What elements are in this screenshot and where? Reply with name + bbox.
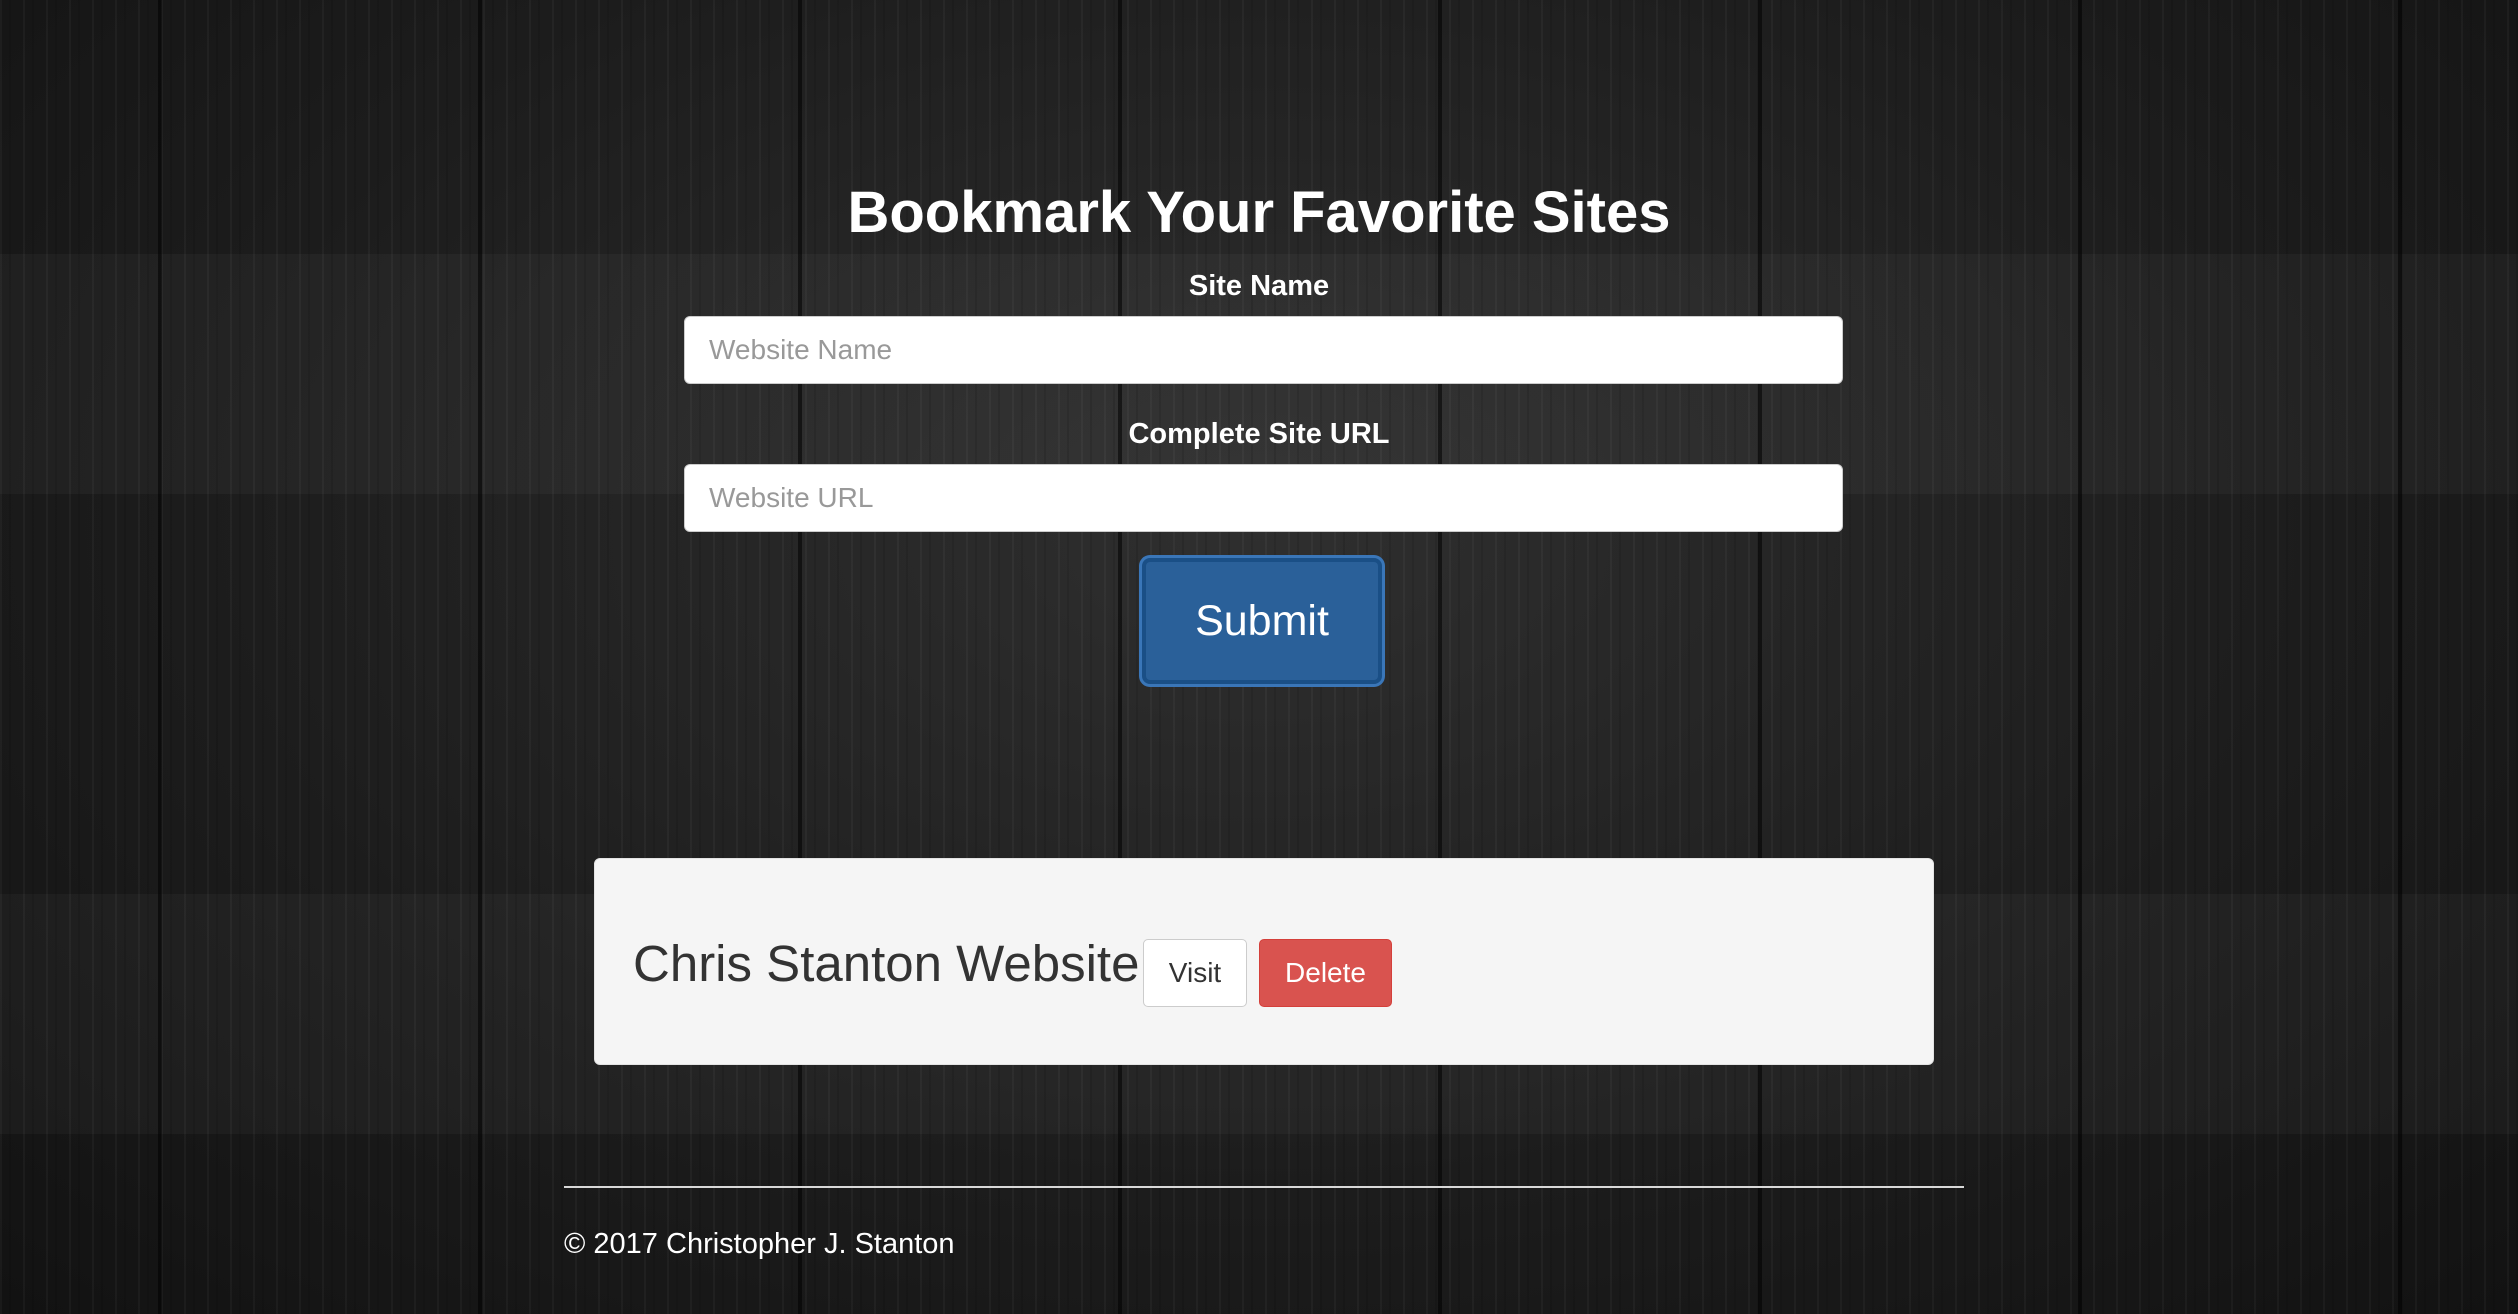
- bookmark-name: Chris Stanton Website: [633, 935, 1140, 992]
- bookmarks-results: Chris Stanton Website Visit Delete: [594, 858, 1934, 1065]
- site-url-input[interactable]: [684, 464, 1843, 532]
- submit-button[interactable]: Submit: [1142, 558, 1382, 684]
- site-url-label: Complete Site URL: [1128, 418, 1390, 450]
- site-name-input[interactable]: [684, 316, 1843, 384]
- delete-button[interactable]: Delete: [1259, 939, 1392, 1007]
- footer-divider: [564, 1186, 1964, 1188]
- site-name-label: Site Name: [1188, 270, 1330, 302]
- page-title: Bookmark Your Favorite Sites: [847, 180, 1671, 245]
- footer-copyright: © 2017 Christopher J. Stanton: [564, 1228, 955, 1260]
- visit-button[interactable]: Visit: [1143, 939, 1247, 1007]
